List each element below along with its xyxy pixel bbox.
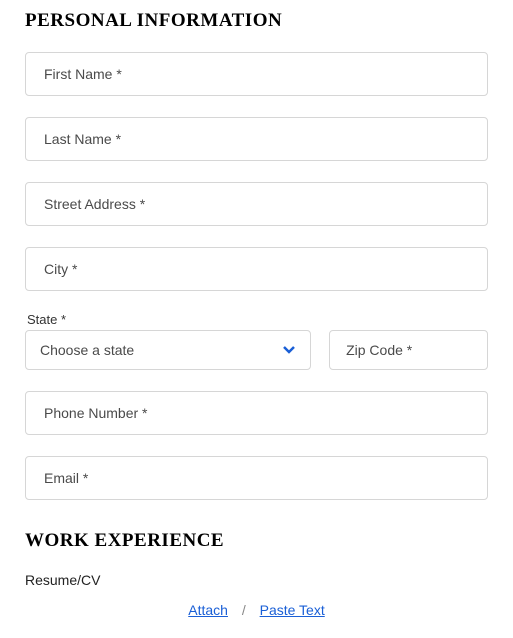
state-select-text: Choose a state <box>40 342 134 358</box>
city-input[interactable] <box>44 261 469 277</box>
resume-actions: Attach / Paste Text <box>25 602 488 618</box>
zip-column <box>329 330 488 370</box>
phone-input[interactable] <box>44 405 469 421</box>
first-name-input[interactable] <box>44 66 469 82</box>
work-experience-heading: WORK EXPERIENCE <box>25 530 488 552</box>
state-column: State * Choose a state <box>25 312 311 370</box>
zip-input[interactable] <box>346 342 471 358</box>
action-divider: / <box>242 602 246 618</box>
email-field[interactable] <box>25 456 488 500</box>
paste-text-link[interactable]: Paste Text <box>260 602 325 618</box>
attach-link[interactable]: Attach <box>188 602 228 618</box>
first-name-field[interactable] <box>25 52 488 96</box>
state-zip-row: State * Choose a state <box>25 312 488 370</box>
personal-information-heading: PERSONAL INFORMATION <box>25 10 488 32</box>
email-input[interactable] <box>44 470 469 486</box>
chevron-down-icon <box>282 343 296 357</box>
street-address-field[interactable] <box>25 182 488 226</box>
phone-field[interactable] <box>25 391 488 435</box>
zip-field[interactable] <box>329 330 488 370</box>
last-name-input[interactable] <box>44 131 469 147</box>
last-name-field[interactable] <box>25 117 488 161</box>
city-field[interactable] <box>25 247 488 291</box>
street-address-input[interactable] <box>44 196 469 212</box>
state-select[interactable]: Choose a state <box>25 330 311 370</box>
resume-label: Resume/CV <box>25 572 488 588</box>
state-label: State * <box>27 312 311 327</box>
